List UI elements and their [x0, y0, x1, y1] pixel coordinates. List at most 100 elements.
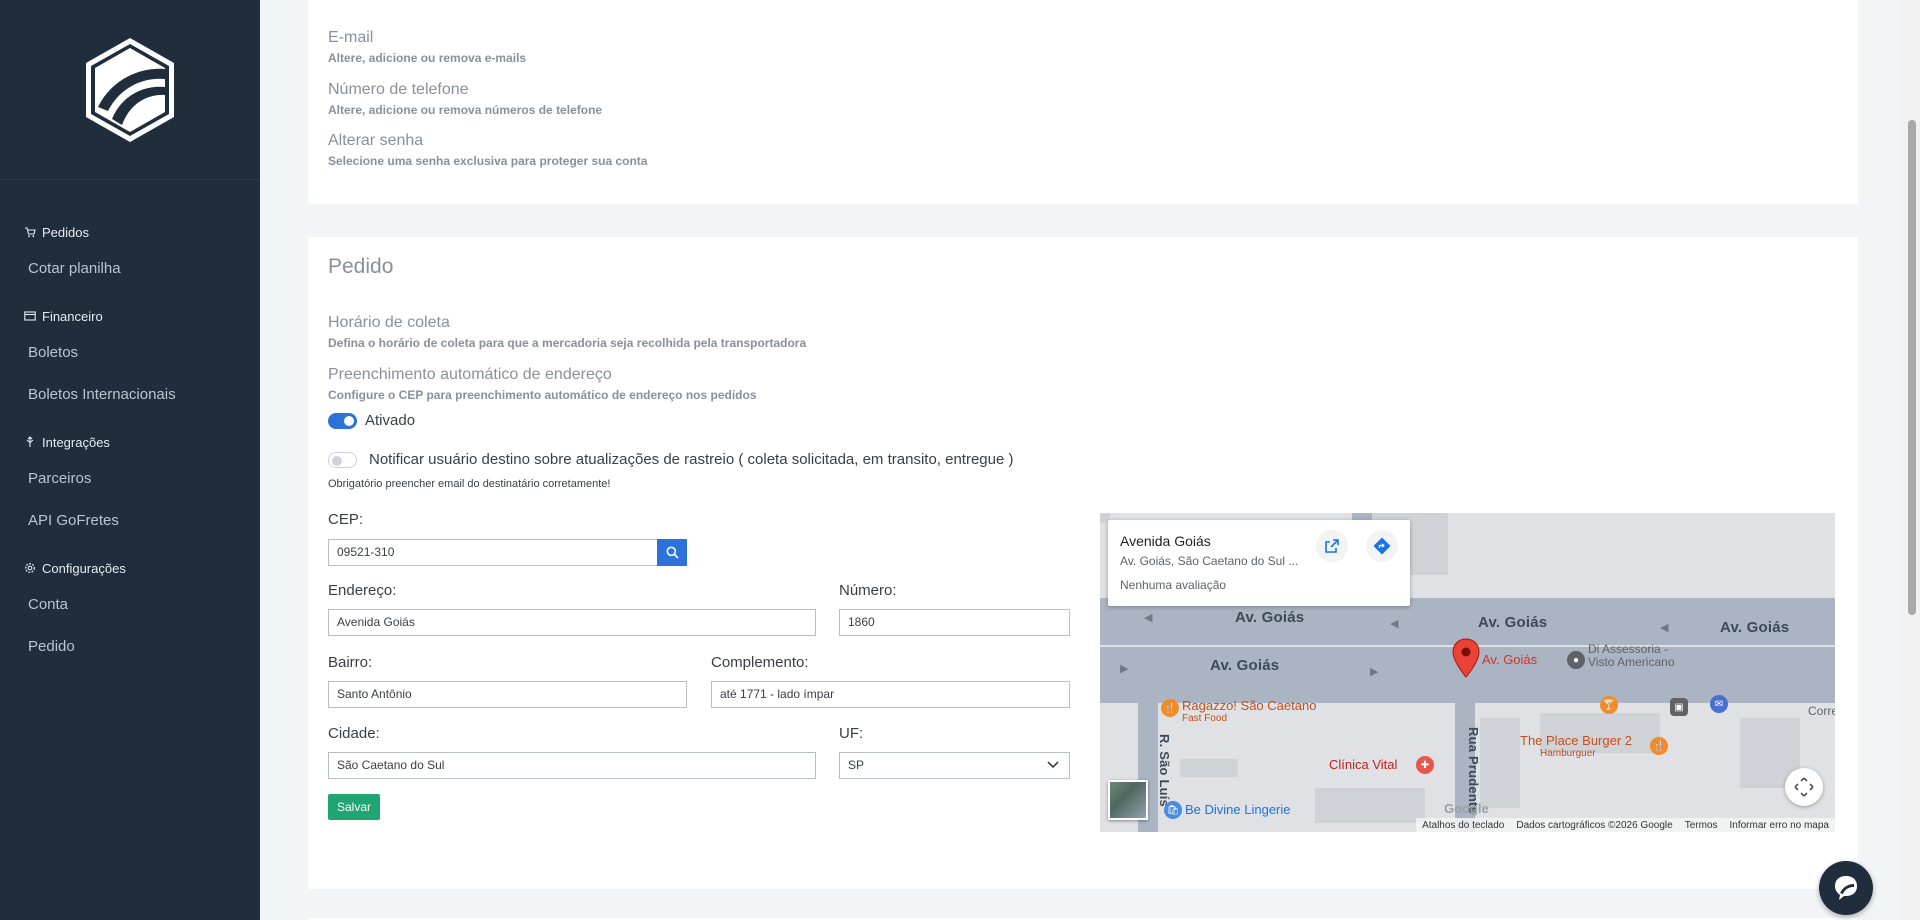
cep-search-button[interactable] [657, 539, 687, 566]
notify-toggle[interactable] [328, 451, 357, 468]
uf-select-value: SP [848, 758, 865, 772]
sidebar-item-pedido[interactable]: Pedido [0, 626, 260, 668]
fullscreen-icon [1794, 777, 1814, 797]
phone-option[interactable]: Número de telefone Altere, adicione ou r… [328, 81, 602, 118]
autofill-option: Preenchimento automático de endereço Con… [328, 366, 757, 403]
poi-label[interactable]: Be Divine Lingerie [1185, 802, 1291, 817]
email-option-desc: Altere, adicione ou remova e-mails [328, 51, 527, 65]
sidebar-item-api-gofretes[interactable]: API GoFretes [0, 500, 260, 542]
autofill-title: Preenchimento automático de endereço [328, 366, 612, 383]
place-address: Av. Goiás, São Caetano do Sul ... [1120, 554, 1299, 568]
uf-label: UF: [839, 725, 864, 742]
poi-label[interactable]: Corre [1808, 704, 1835, 718]
sidebar-item-boletos[interactable]: Boletos [0, 332, 260, 374]
restaurant-icon[interactable]: 🍴 [1650, 737, 1668, 755]
endereco-input[interactable]: Avenida Goiás [328, 609, 816, 636]
street-label: R. São Luís [1157, 734, 1172, 807]
email-option[interactable]: E-mail Altere, adicione ou remova e-mail… [328, 29, 526, 66]
google-logo: Google [1444, 801, 1489, 816]
arrow-left-icon: ◀ [1660, 622, 1669, 634]
arrow-right-icon: ▶ [1120, 663, 1129, 675]
mail-icon[interactable]: ✉ [1710, 695, 1728, 713]
poi-label[interactable]: Ragazzo! São Caetano [1182, 698, 1316, 713]
sidebar-section-label: Integrações [42, 434, 110, 450]
place-rating: Nenhuma avaliação [1120, 578, 1227, 592]
street-label: Av. Goiás [1478, 614, 1548, 631]
sidebar-nav: Pedidos Cotar planilha Financeiro Boleto… [0, 180, 260, 668]
directions-button[interactable] [1366, 530, 1398, 562]
sidebar-item-boletos-internacionais[interactable]: Boletos Internacionais [0, 374, 260, 416]
chevron-down-icon [1047, 761, 1059, 769]
street-label: Av. Goiás [1235, 609, 1305, 626]
endereco-label: Endereço: [328, 582, 397, 599]
poi-sublabel: Fast Food [1182, 713, 1228, 724]
scrollbar-thumb[interactable] [1908, 120, 1916, 615]
phone-option-title[interactable]: Número de telefone [328, 81, 602, 99]
logo-icon [86, 37, 174, 142]
pickup-time-desc: Defina o horário de coleta para que a me… [328, 336, 807, 350]
save-button[interactable]: Salvar [328, 794, 381, 820]
sidebar-item-cotar-planilha[interactable]: Cotar planilha [0, 248, 260, 290]
sidebar-section-integracoes: Integrações [0, 426, 260, 458]
logo[interactable] [0, 0, 260, 180]
autofill-desc: Configure o CEP para preenchimento autom… [328, 388, 757, 402]
phone-option-desc: Altere, adicione ou remova números de te… [328, 103, 603, 117]
autofill-toggle-row: Ativado [328, 412, 415, 429]
hospital-icon[interactable]: ✚ [1416, 756, 1434, 774]
password-option-desc: Selecione uma senha exclusiva para prote… [328, 154, 648, 168]
shopping-icon[interactable]: 🛍 [1164, 801, 1182, 819]
map-data-credit: Dados cartográficos ©2026 Google [1516, 819, 1673, 831]
fullscreen-button[interactable] [1785, 768, 1823, 806]
street-label: Av. Goiás [1720, 619, 1790, 636]
arrow-left-icon: ◀ [1144, 612, 1153, 624]
plug-icon [24, 436, 36, 448]
scrollbar[interactable] [1903, 0, 1920, 920]
gear-icon [24, 562, 36, 574]
password-option[interactable]: Alterar senha Selecione uma senha exclus… [328, 132, 647, 169]
autofill-toggle[interactable] [328, 412, 357, 429]
sidebar-item-parceiros[interactable]: Parceiros [0, 458, 260, 500]
pickup-time-option[interactable]: Horário de coleta Defina o horário de co… [328, 314, 806, 351]
email-option-title[interactable]: E-mail [328, 29, 526, 47]
account-settings-card: E-mail Altere, adicione ou remova e-mail… [308, 0, 1858, 204]
pickup-time-title[interactable]: Horário de coleta [328, 314, 806, 332]
pedido-settings-card: Pedido Horário de coleta Defina o horári… [308, 237, 1858, 889]
chat-button[interactable] [1819, 861, 1873, 915]
restaurant-icon[interactable]: 🍴 [1161, 699, 1179, 717]
report-error-link[interactable]: Informar erro no mapa [1730, 820, 1830, 831]
street-label: Av. Goiás [1210, 657, 1280, 674]
cidade-label: Cidade: [328, 725, 380, 742]
sidebar-section-configuracoes: Configurações [0, 552, 260, 584]
place-title: Avenida Goiás [1120, 533, 1211, 549]
directions-icon [1373, 537, 1391, 555]
cidade-input[interactable]: São Caetano do Sul [328, 752, 816, 779]
numero-input[interactable]: 1860 [839, 609, 1070, 636]
poi-label[interactable]: Di Assessoria - Visto Americano [1588, 643, 1675, 669]
bairro-input[interactable]: Santo Antônio [328, 681, 687, 708]
poi-label[interactable]: Clínica Vital [1329, 757, 1397, 772]
cart-icon [24, 226, 36, 238]
numero-label: Número: [839, 582, 897, 599]
poi-label[interactable]: The Place Burger 2 [1520, 733, 1632, 748]
sidebar-item-conta[interactable]: Conta [0, 584, 260, 626]
section-title: Pedido [328, 255, 394, 278]
complemento-input[interactable]: até 1771 - lado ímpar [711, 681, 1070, 708]
bus-icon[interactable]: ▣ [1670, 698, 1688, 716]
bar-icon[interactable]: 🍸 [1600, 696, 1618, 714]
map[interactable]: Av. Goiás Av. Goiás Av. Goiás Av. Goiás … [1100, 513, 1835, 832]
place-icon[interactable]: ● [1567, 651, 1585, 669]
bairro-label: Bairro: [328, 654, 373, 671]
satellite-toggle[interactable] [1108, 780, 1148, 820]
notify-hint: Obrigatório preencher email do destinatá… [328, 478, 611, 490]
autofill-toggle-label: Ativado [365, 412, 416, 429]
uf-select[interactable]: SP [839, 752, 1070, 779]
marker-label: Av. Goiás [1482, 652, 1538, 667]
password-option-title[interactable]: Alterar senha [328, 132, 647, 150]
cep-input[interactable]: 09521-310 [328, 539, 658, 566]
location-pin-icon[interactable] [1452, 638, 1480, 678]
chat-logo-icon [1835, 876, 1857, 900]
map-footer: Atalhos do teclado Dados cartográficos ©… [1416, 818, 1835, 832]
open-in-maps-button[interactable] [1316, 530, 1348, 562]
keyboard-shortcuts-link[interactable]: Atalhos do teclado [1422, 820, 1504, 831]
terms-link[interactable]: Termos [1685, 820, 1718, 831]
